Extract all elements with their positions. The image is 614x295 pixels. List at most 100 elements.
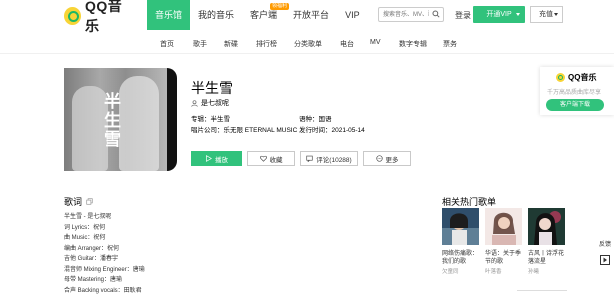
sub-nav: 首页 歌手 新碟 排行榜 分类歌单 电台 MV 数字专辑 票务 [0, 34, 614, 54]
playlist-cover[interactable] [442, 208, 479, 245]
related-playlists-heading: 相关热门歌单 [442, 197, 497, 207]
promo-logo: QQ音乐 [556, 72, 596, 83]
logo-text: QQ音乐 [85, 0, 123, 34]
subnav-tickets[interactable]: 票务 [443, 39, 457, 49]
promo-subtitle: 千万高品质曲库尽享 [547, 90, 602, 96]
playlist-cover-image [485, 208, 522, 245]
subnav-digital-albums[interactable]: 数字专辑 [399, 39, 427, 49]
lyric-line: 合声 Backing vocals：田耿君 [64, 288, 142, 294]
lyric-line: 编曲 Arranger：祝何 [64, 246, 120, 252]
lyric-line: 母带 Mastering：唐瑜 [64, 277, 123, 283]
playlist-cover-image [528, 208, 565, 245]
playlist-card[interactable]: 网络伤痛歌：我们的歌 欠童同 [442, 208, 479, 275]
cover-figure [119, 76, 159, 171]
play-icon [206, 155, 212, 162]
search-icon[interactable] [432, 10, 440, 18]
open-vip-button[interactable]: 开通VIP [473, 6, 525, 23]
vinyl-disc [167, 68, 177, 171]
playlist-cover[interactable] [485, 208, 522, 245]
subnav-charts[interactable]: 排行榜 [256, 39, 277, 49]
release-date: 2021-05-14 [331, 127, 365, 134]
subnav-singers[interactable]: 歌手 [193, 39, 207, 49]
company-info: 唱片公司：乐无限 ETERNAL MUSIC [191, 124, 297, 134]
playlist-creator[interactable]: 孙曦 [528, 267, 565, 275]
playlist-card[interactable]: 古风丨诗浮花落流星 孙曦 [528, 208, 565, 275]
charge-button[interactable]: 充值 [530, 6, 563, 23]
copy-icon[interactable] [86, 198, 93, 205]
client-download-button[interactable]: 客户端下载 [546, 99, 604, 111]
lyric-line: 词 Lyrics：祝何 [64, 225, 106, 231]
favorite-label: 收藏 [269, 156, 283, 164]
feedback-button[interactable]: 反馈 [596, 241, 614, 249]
search-box [378, 7, 444, 22]
logo-icon [64, 6, 82, 25]
logo-icon [556, 73, 565, 82]
qq-music-logo[interactable]: QQ音乐 [64, 0, 134, 34]
more-label: 更多 [385, 156, 399, 164]
lyric-line: 吉他 Guitar：潘春宇 [64, 256, 119, 262]
main-nav: 音乐馆 我的音乐 客户端 领福利 开放平台 VIP [147, 0, 368, 30]
playlist-name[interactable]: 华语：关于季节的歌 [485, 250, 522, 266]
lyric-line: 混音师 Mixing Engineer：唐瑜 [64, 267, 145, 273]
more-icon [375, 155, 383, 162]
playlist-creator[interactable]: 叶落香 [485, 267, 522, 275]
language-info: 语种：国语 [299, 113, 332, 123]
related-divider [517, 290, 567, 293]
client-download-promo: QQ音乐 千万高品质曲库尽享 客户端下载 [540, 67, 614, 115]
more-button[interactable]: 更多 [363, 151, 411, 166]
nav-client[interactable]: 客户端 领福利 [242, 0, 290, 30]
comment-label: 评论(10288) [316, 156, 352, 164]
playlist-name[interactable]: 网络伤痛歌：我们的歌 [442, 250, 479, 266]
chevron-down-icon [554, 13, 558, 16]
subnav-radio[interactable]: 电台 [340, 39, 354, 49]
lyric-line: 半生雪 - 是七叔呢 [64, 214, 112, 220]
playlist-creator[interactable]: 欠童同 [442, 267, 479, 275]
playlist-name[interactable]: 古风丨诗浮花落流星 [528, 250, 565, 266]
nav-open-platform[interactable]: 开放平台 [285, 0, 337, 30]
play-label: 播放 [215, 156, 228, 164]
nav-music-hall[interactable]: 音乐馆 [147, 0, 191, 30]
nav-vip[interactable]: VIP [337, 0, 368, 30]
playlist-cover-image [442, 208, 479, 245]
cover-title: 半生雪 [101, 92, 120, 149]
client-download-label: 客户端下载 [559, 102, 590, 108]
nav-my-music[interactable]: 我的音乐 [190, 0, 242, 30]
promo-logo-text: QQ音乐 [568, 73, 597, 82]
company-label: 唱片公司： [191, 127, 224, 134]
open-vip-label: 开通VIP [486, 11, 512, 18]
search-input[interactable] [379, 8, 429, 21]
language-label: 语种： [299, 116, 319, 123]
play-queue-icon[interactable] [600, 255, 610, 265]
singer-link[interactable]: 是七叔呢 [191, 98, 229, 108]
album-cover[interactable]: 半生雪 [64, 68, 167, 171]
album-name[interactable]: 半生雪 [211, 116, 231, 123]
side-toolbar: 反馈 [596, 241, 614, 265]
song-title: 半生雪 [191, 80, 233, 96]
subnav-mv[interactable]: MV [370, 39, 381, 46]
charge-label: 充值 [539, 11, 553, 18]
song-actions: 播放 收藏 评论(10288) 更多 [191, 151, 416, 166]
album-info: 专辑：半生雪 [191, 113, 230, 123]
singer-name: 是七叔呢 [201, 100, 229, 107]
subnav-new-albums[interactable]: 新碟 [224, 39, 238, 49]
lyrics-heading: 歌词 [64, 195, 93, 208]
company-name: 乐无限 ETERNAL MUSIC [223, 127, 298, 134]
heart-icon [259, 155, 267, 162]
nav-client-label: 客户端 [250, 10, 278, 20]
comment-button[interactable]: 评论(10288) [300, 151, 358, 166]
play-button[interactable]: 播放 [191, 151, 242, 166]
favorite-button[interactable]: 收藏 [247, 151, 295, 166]
chevron-down-icon [516, 13, 520, 16]
lyrics-title: 歌词 [64, 197, 83, 207]
comment-icon [306, 155, 313, 162]
playlist-card[interactable]: 华语：关于季节的歌 叶落香 [485, 208, 522, 275]
subnav-playlists[interactable]: 分类歌单 [294, 39, 322, 49]
user-icon [191, 99, 198, 107]
language-value: 国语 [318, 116, 332, 123]
subnav-home[interactable]: 首页 [160, 39, 174, 49]
album-label: 专辑： [191, 116, 211, 123]
login-link[interactable]: 登录 [455, 10, 471, 21]
release-label: 发行时间： [299, 127, 332, 134]
playlist-cover[interactable] [528, 208, 565, 245]
lyric-line: 曲 Music：祝何 [64, 235, 106, 241]
